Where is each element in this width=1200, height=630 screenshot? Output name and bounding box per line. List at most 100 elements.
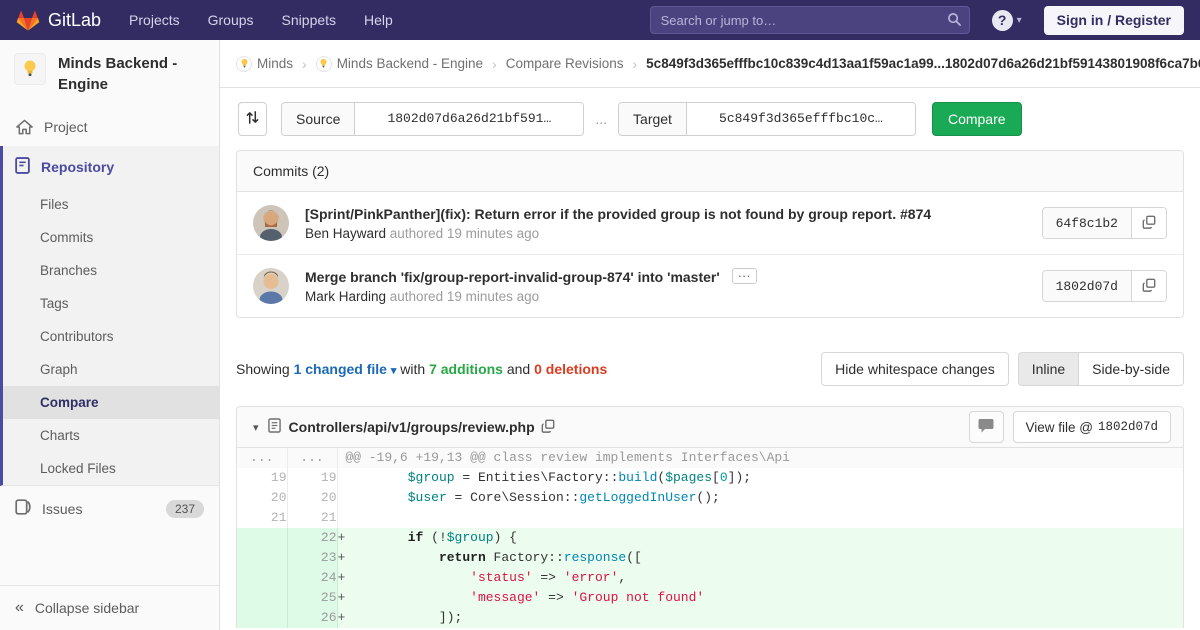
copy-icon: [541, 419, 555, 436]
diff-line: 22+ if (!$group) {: [237, 528, 1183, 548]
inline-view-button[interactable]: Inline: [1018, 352, 1079, 386]
sidebar-item-charts[interactable]: Charts: [3, 419, 219, 452]
diff-line: 24+ 'status' => 'error',: [237, 568, 1183, 588]
sidebar-item-repository[interactable]: Repository: [3, 146, 219, 188]
file-path-link[interactable]: Controllers/api/v1/groups/review.php: [289, 419, 535, 435]
side-by-side-view-button[interactable]: Side-by-side: [1079, 352, 1184, 386]
commit-title-link[interactable]: [Sprint/PinkPanther](fix): Return error …: [305, 206, 931, 222]
nav-projects[interactable]: Projects: [129, 12, 180, 28]
breadcrumb-project[interactable]: Minds Backend - Engine: [337, 56, 483, 71]
view-file-button[interactable]: View file @ 1802d07d: [1013, 411, 1172, 443]
collapse-file-caret-icon[interactable]: ▾: [253, 421, 259, 434]
diff-new-line-number[interactable]: 23: [287, 548, 337, 568]
copy-sha-button[interactable]: [1132, 271, 1166, 301]
stats-and: and: [507, 361, 530, 377]
commit-meta: authored 19 minutes ago: [386, 289, 539, 304]
copy-sha-button[interactable]: [1132, 208, 1166, 238]
diff-line-content: + ]);: [337, 608, 1183, 628]
breadcrumb-current-shas: 5c849f3d365efffbc10c839c4d13aa1f59ac1a99…: [646, 56, 1200, 71]
toggle-comments-button[interactable]: [969, 411, 1004, 443]
sidebar-item-contributors[interactable]: Contributors: [3, 320, 219, 353]
sidebar-item-branches[interactable]: Branches: [3, 254, 219, 287]
collapse-sidebar-button[interactable]: « Collapse sidebar: [0, 585, 219, 630]
commit-description-expander[interactable]: ···: [732, 268, 757, 284]
file-icon: [268, 418, 281, 436]
diff-old-line-number[interactable]: [237, 608, 287, 628]
commit-sha-link[interactable]: 1802d07d: [1043, 271, 1132, 301]
brand-text: GitLab: [48, 10, 101, 31]
diff-new-line-number[interactable]: 22: [287, 528, 337, 548]
sidebar-item-commits[interactable]: Commits: [3, 221, 219, 254]
issues-icon: [15, 499, 31, 518]
diff-new-line-number[interactable]: 24: [287, 568, 337, 588]
sidebar-item-files[interactable]: Files: [3, 188, 219, 221]
main-content: Minds › Minds Backend - Engine › Compare…: [220, 40, 1200, 630]
sidebar-item-tags[interactable]: Tags: [3, 287, 219, 320]
commits-card: Commits (2) [Sprint/PinkPanther](fix): R…: [236, 150, 1184, 318]
diff-old-line-number[interactable]: 19: [237, 468, 287, 488]
sidebar-item-graph[interactable]: Graph: [3, 353, 219, 386]
commit-row: Merge branch 'fix/group-report-invalid-g…: [237, 254, 1183, 317]
diff-line-content: $group = Entities\Factory::build($pages[…: [337, 468, 1183, 488]
diff-old-line-number[interactable]: [237, 528, 287, 548]
sidebar-item-compare[interactable]: Compare: [3, 386, 219, 419]
diff-line: 26+ ]);: [237, 608, 1183, 628]
sidebar-item-issues[interactable]: Issues 237: [0, 486, 219, 531]
commit-title-link[interactable]: Merge branch 'fix/group-report-invalid-g…: [305, 269, 720, 285]
diff-new-line-number[interactable]: 21: [287, 508, 337, 528]
diff-new-line-number[interactable]: 19: [287, 468, 337, 488]
diff-new-line-number[interactable]: 20: [287, 488, 337, 508]
compare-button[interactable]: Compare: [932, 102, 1022, 136]
nav-snippets[interactable]: Snippets: [282, 12, 336, 28]
target-ref-input[interactable]: 5c849f3d365efffbc10c…: [687, 103, 915, 135]
source-ref-input[interactable]: 1802d07d6a26d21bf591…: [355, 103, 583, 135]
swap-revisions-button[interactable]: [238, 102, 267, 136]
breadcrumb-separator: ›: [492, 56, 497, 72]
diff-new-line-number[interactable]: 25: [287, 588, 337, 608]
sidebar-item-locked-files[interactable]: Locked Files: [3, 452, 219, 485]
deletions-count: 0 deletions: [534, 361, 607, 377]
help-menu[interactable]: ? ▾: [992, 10, 1022, 31]
diff-line: 1919 $group = Entities\Factory::build($p…: [237, 468, 1183, 488]
sidebar-section-repository: Repository Files Commits Branches Tags C…: [0, 146, 219, 486]
copy-file-path-button[interactable]: [541, 419, 555, 436]
sidebar-item-project[interactable]: Project: [0, 108, 219, 146]
commits-header: Commits (2): [237, 151, 1183, 192]
gitlab-logo[interactable]: GitLab: [16, 9, 101, 32]
search-icon[interactable]: [947, 12, 962, 30]
nav-help[interactable]: Help: [364, 12, 393, 28]
diff-new-line-number[interactable]: ...: [287, 448, 337, 468]
diff-line: ...... @@ -19,6 +19,13 @@ class review i…: [237, 448, 1183, 468]
diff-line: 25+ 'message' => 'Group not found': [237, 588, 1183, 608]
diff-old-line-number[interactable]: 21: [237, 508, 287, 528]
breadcrumb-compare-revisions[interactable]: Compare Revisions: [506, 56, 624, 71]
diff-old-line-number[interactable]: [237, 588, 287, 608]
diff-new-line-number[interactable]: 26: [287, 608, 337, 628]
diff-summary-row: Showing 1 changed file ▾ with 7 addition…: [236, 352, 1184, 386]
commit-author-link[interactable]: Mark Harding: [305, 289, 386, 304]
target-label: Target: [619, 103, 687, 135]
compare-form: Source 1802d07d6a26d21bf591… ... Target …: [220, 88, 1200, 150]
stats-showing: Showing: [236, 361, 290, 377]
hide-whitespace-button[interactable]: Hide whitespace changes: [821, 352, 1009, 386]
breadcrumb-separator: ›: [633, 56, 638, 72]
search-input[interactable]: [650, 6, 970, 34]
diff-old-line-number[interactable]: [237, 568, 287, 588]
sidebar-item-label: Project: [44, 119, 88, 135]
commit-sha-link[interactable]: 64f8c1b2: [1043, 208, 1132, 238]
diff-line-content: [337, 508, 1183, 528]
diff-old-line-number[interactable]: [237, 548, 287, 568]
view-file-label: View file @: [1026, 420, 1093, 435]
diff-view-toggle: Inline Side-by-side: [1018, 352, 1184, 386]
diff-old-line-number[interactable]: 20: [237, 488, 287, 508]
sign-in-register-button[interactable]: Sign in / Register: [1044, 6, 1184, 35]
breadcrumb-group[interactable]: Minds: [257, 56, 293, 71]
changed-files-dropdown[interactable]: 1 changed file ▾: [294, 361, 397, 377]
project-context[interactable]: Minds Backend - Engine: [0, 40, 219, 108]
diff-old-line-number[interactable]: ...: [237, 448, 287, 468]
chevron-down-icon: ▾: [1017, 15, 1022, 26]
diff-line-content: + if (!$group) {: [337, 528, 1183, 548]
nav-groups[interactable]: Groups: [208, 12, 254, 28]
swap-arrows-icon: [246, 110, 259, 128]
commit-author-link[interactable]: Ben Hayward: [305, 226, 386, 241]
